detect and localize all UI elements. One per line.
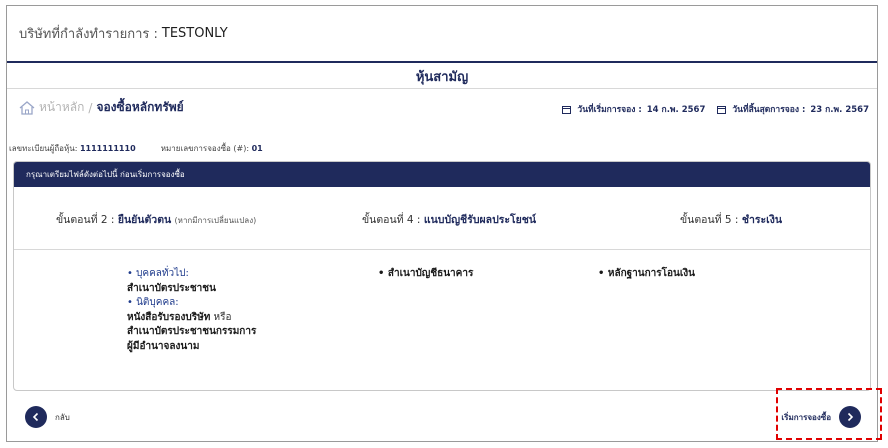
start-date-label: วันที่เริ่มการจอง : xyxy=(577,105,642,115)
documents-area: • บุคคลทั่วไป: สำเนาบัตรประชาชน • นิติบุ… xyxy=(14,162,870,390)
individual-label: • บุคคลทั่วไป: xyxy=(127,268,189,279)
chevron-left-icon[interactable] xyxy=(25,406,47,428)
company-bar: บริษัทที่กำลังทำรายการ : TESTONLY xyxy=(7,6,877,61)
juristic-label: • นิติบุคคล: xyxy=(127,297,179,308)
start-subscription-label[interactable]: เริ่มการจองซื้อ xyxy=(781,411,831,424)
breadcrumb-separator: / xyxy=(88,100,93,115)
calendar-icon xyxy=(562,105,572,114)
back-button[interactable]: กลับ xyxy=(25,406,70,428)
transfer-proof-doc: • หลักฐานการโอนเงิน xyxy=(598,268,696,279)
subscription-number-label: หมายเลขการจองซื้อ (#): xyxy=(160,144,250,153)
end-date-value: 23 ก.พ. 2567 xyxy=(810,105,869,115)
bank-book-doc: • สำเนาบัญชีธนาคาร xyxy=(378,268,474,279)
subscription-dates: วันที่เริ่มการจอง : 14 ก.พ. 2567 วันที่ส… xyxy=(562,102,869,116)
juristic-doc-or: หรือ xyxy=(210,311,232,323)
documents-step-2: • บุคคลทั่วไป: สำเนาบัตรประชาชน • นิติบุ… xyxy=(127,267,256,354)
registration-value: 1111111110 xyxy=(79,144,136,153)
breadcrumb: หน้าหลัก / จองซื้อหลักทรัพย์ xyxy=(19,98,184,117)
chevron-right-icon[interactable] xyxy=(839,406,861,428)
documents-step-4: • สำเนาบัญชีธนาคาร xyxy=(378,267,473,282)
documents-step-5: • หลักฐานการโอนเงิน xyxy=(598,267,695,282)
start-subscription-button[interactable]: เริ่มการจองซื้อ xyxy=(781,406,861,428)
home-icon[interactable] xyxy=(19,100,35,115)
calendar-icon xyxy=(717,105,727,114)
individual-doc: สำเนาบัตรประชาชน xyxy=(127,282,216,294)
juristic-doc-id-card: สำเนาบัตรประชาชนกรรมการ xyxy=(127,326,257,337)
company-name: TESTONLY xyxy=(161,26,228,41)
juristic-doc-authorized: ผู้มีอำนาจลงนาม xyxy=(127,340,200,352)
main-window: บริษัทที่กำลังทำรายการ : TESTONLY หุ้นสา… xyxy=(6,5,878,442)
breadcrumb-home-link[interactable]: หน้าหลัก xyxy=(39,98,84,117)
top-divider xyxy=(7,61,877,63)
back-label[interactable]: กลับ xyxy=(55,411,70,424)
preparation-panel: กรุณาเตรียมไฟล์ดังต่อไปนี้ ก่อนเริ่มการจ… xyxy=(13,161,871,391)
juristic-doc-certificate: หนังสือรับรองบริษัท xyxy=(127,311,211,323)
registration-label: เลขทะเบียนผู้ถือหุ้น: xyxy=(9,144,78,153)
company-label: บริษัทที่กำลังทำรายการ : xyxy=(19,27,158,42)
end-date-label: วันที่สิ้นสุดการจอง : xyxy=(732,105,806,115)
subscription-number-value: 01 xyxy=(251,144,263,153)
start-date-value: 14 ก.พ. 2567 xyxy=(646,105,706,115)
holder-info: เลขทะเบียนผู้ถือหุ้น: 1111111110 หมายเลข… xyxy=(9,142,263,155)
breadcrumb-current: จองซื้อหลักทรัพย์ xyxy=(96,100,184,114)
section-title: หุ้นสามัญ xyxy=(415,70,469,85)
section-divider xyxy=(7,88,877,89)
